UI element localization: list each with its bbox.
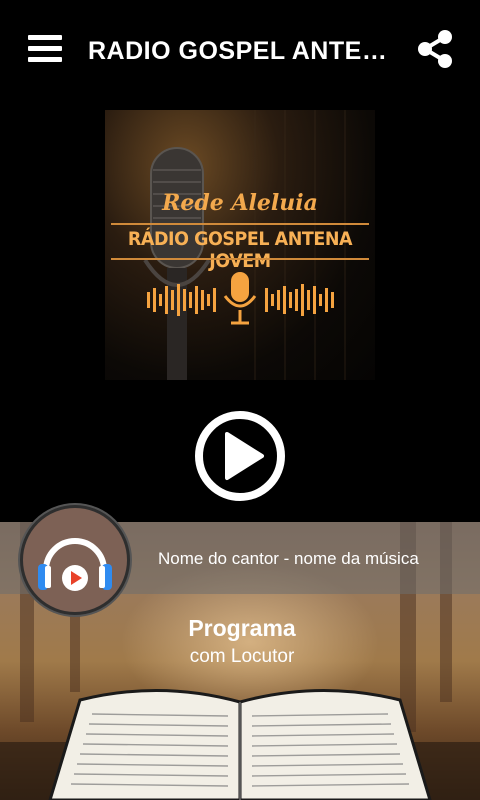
bible-image [40,680,440,800]
share-icon[interactable] [414,28,456,70]
cover-title: RÁDIO GOSPEL ANTENA JOVEM [127,228,353,272]
play-icon [195,411,285,501]
station-cover-art: Rede Aleluia RÁDIO GOSPEL ANTENA JOVEM [105,110,375,380]
hamburger-menu-icon[interactable] [26,32,64,66]
headphones-icon [38,538,112,591]
program-host: com Locutor [189,646,295,667]
app-title: RADIO GOSPEL ANTENA JOVEM [88,37,398,65]
play-button[interactable] [194,410,286,502]
station-logo [20,505,130,615]
app-bar: RADIO GOSPEL ANTENA JOVEM [0,0,480,100]
cover-divider [111,223,369,225]
cover-divider [111,258,369,260]
microphone-icon [223,272,257,325]
program-name: Programa [188,615,296,641]
now-playing-text: Nome do cantor - nome da música [158,549,419,568]
cover-subtitle: Rede Aleluia [162,190,318,216]
